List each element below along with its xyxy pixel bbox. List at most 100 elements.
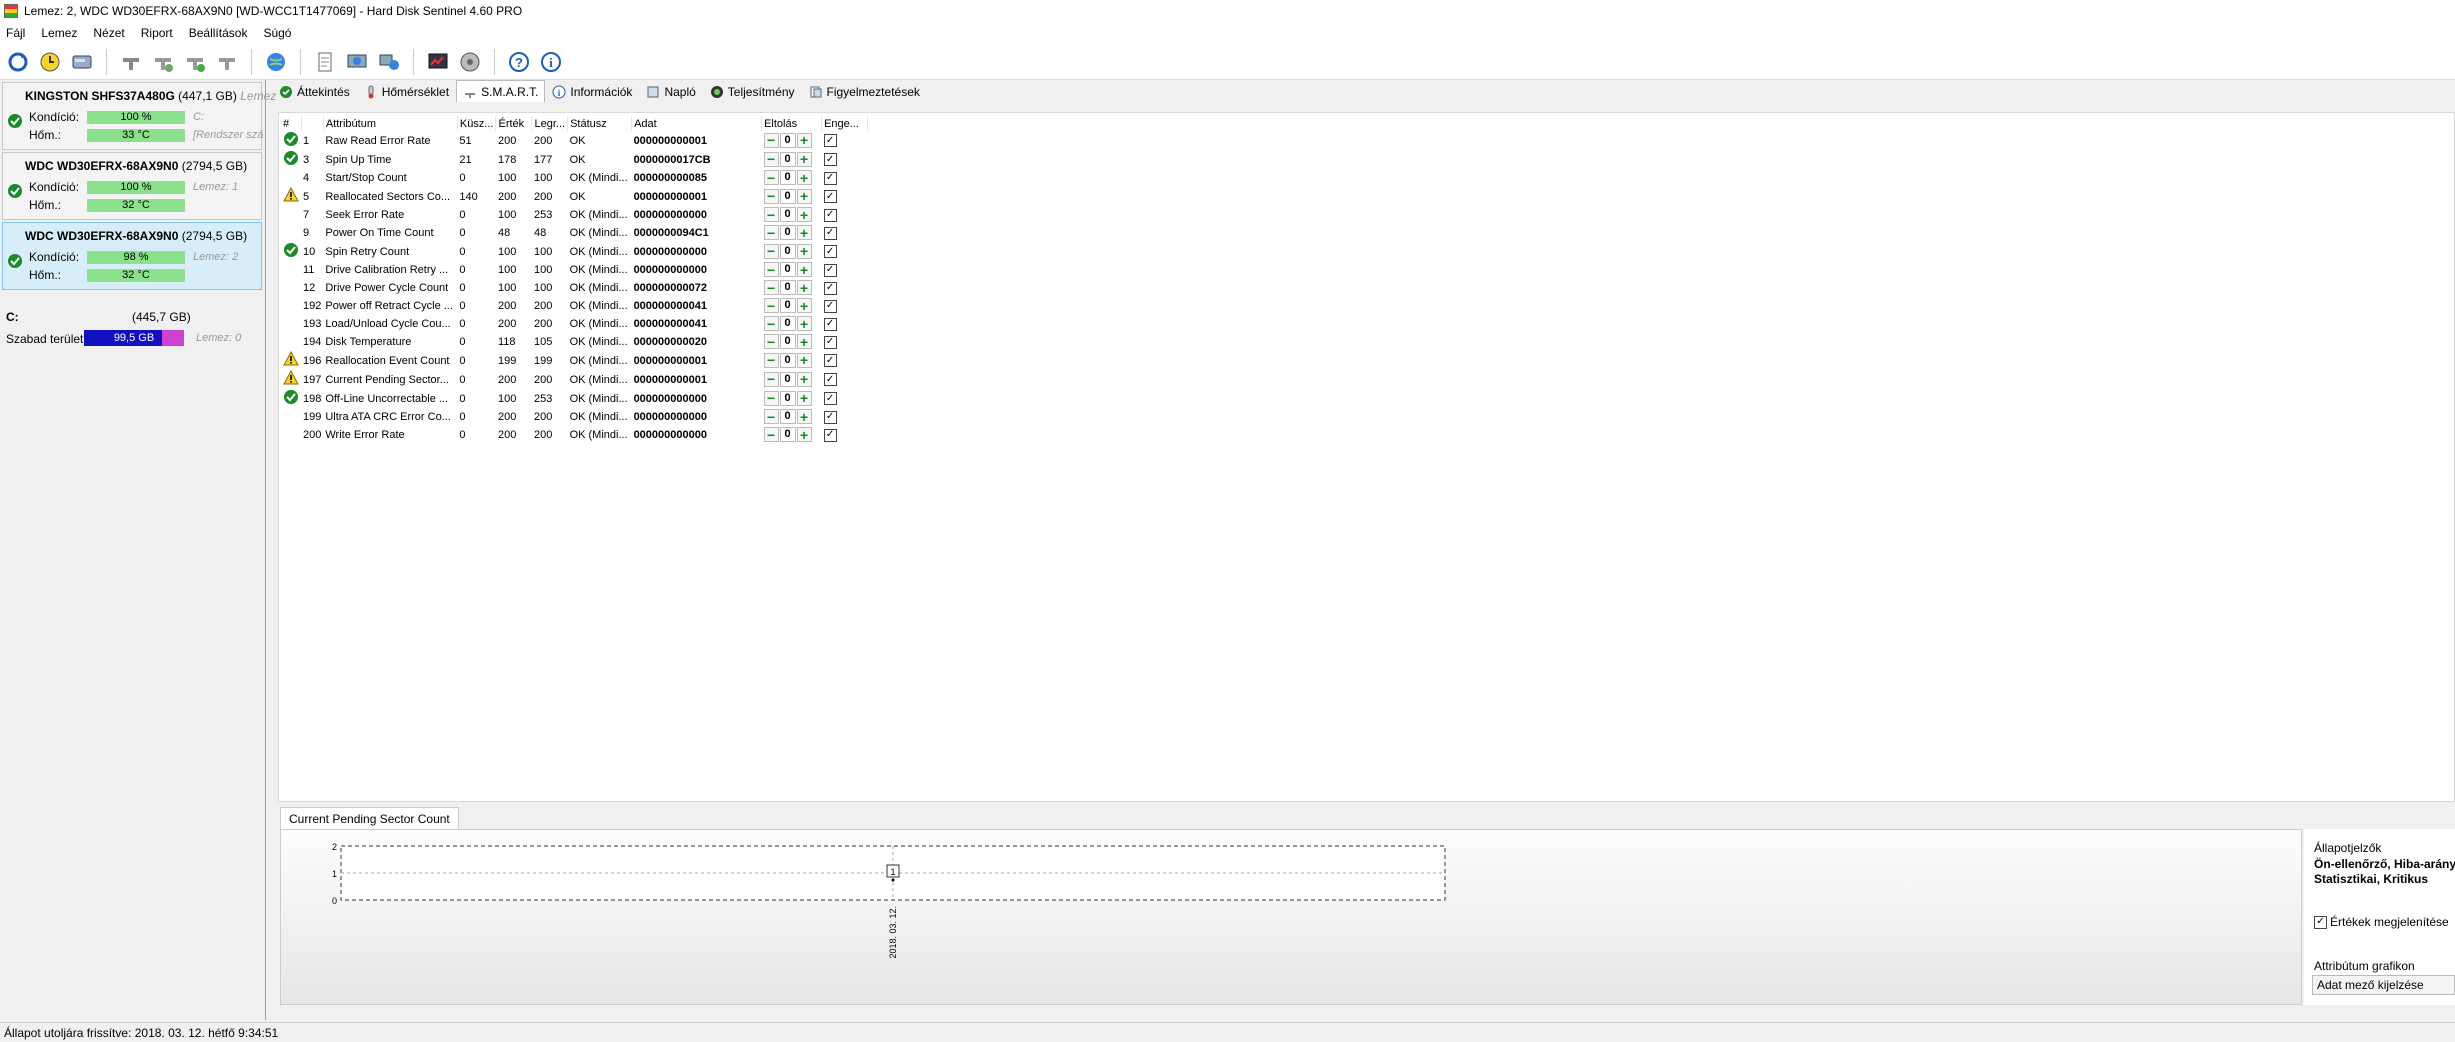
tab-performance[interactable]: Teljesítmény [703, 82, 802, 102]
increment-button[interactable]: + [796, 352, 812, 368]
enabled-checkbox[interactable]: ✓ [823, 263, 837, 277]
offset-value[interactable]: 0 [779, 427, 796, 443]
enabled-checkbox[interactable]: ✓ [823, 171, 837, 185]
checkbox-icon[interactable]: ✓ [2314, 915, 2327, 929]
increment-button[interactable]: + [796, 390, 812, 406]
offset-value[interactable]: 0 [779, 409, 796, 425]
increment-button[interactable]: + [796, 207, 812, 223]
tab-smart[interactable]: S.M.A.R.T. [456, 80, 546, 102]
table-row[interactable]: 1 Raw Read Error Rate 51 200 200 OK 0000000000… [281, 131, 868, 150]
menu-view[interactable]: Nézet [93, 26, 124, 40]
enabled-checkbox[interactable]: ✓ [823, 208, 837, 222]
offset-value[interactable]: 0 [779, 334, 796, 350]
increment-button[interactable]: + [796, 170, 812, 186]
decrement-button[interactable]: − [763, 225, 779, 241]
enabled-checkbox[interactable]: ✓ [823, 392, 837, 406]
tool3-icon[interactable] [181, 48, 209, 76]
network-icon[interactable] [343, 48, 371, 76]
tool-icon[interactable] [117, 48, 145, 76]
decrement-button[interactable]: − [763, 151, 779, 167]
tab-information[interactable]: i Információk [545, 82, 639, 102]
globe-icon[interactable] [262, 48, 290, 76]
decrement-button[interactable]: − [763, 280, 779, 296]
table-row[interactable]: 11 Drive Calibration Retry ... 0 100 100 OK (… [281, 261, 868, 279]
volume-item[interactable]: C: (445,7 GB) Szabad terület 99,5 GB Lem… [2, 302, 262, 432]
increment-button[interactable]: + [796, 298, 812, 314]
increment-button[interactable]: + [796, 262, 812, 278]
offset-value[interactable]: 0 [779, 170, 796, 186]
enabled-checkbox[interactable]: ✓ [823, 245, 837, 259]
enabled-checkbox[interactable]: ✓ [823, 335, 837, 349]
menu-settings[interactable]: Beállítások [189, 26, 248, 40]
col-data[interactable]: Adat [631, 116, 763, 131]
disk-item[interactable]: WDC WD30EFRX-68AX9N0 (2794,5 GB) Kondíci… [2, 152, 262, 220]
decrement-button[interactable]: − [763, 334, 779, 350]
table-row[interactable]: 193 Load/Unload Cycle Cou... 0 200 200 OK (Mi… [281, 315, 868, 333]
offset-value[interactable]: 0 [779, 132, 796, 148]
decrement-button[interactable]: − [763, 132, 779, 148]
col-enabled[interactable]: Enge... [821, 116, 869, 131]
offset-value[interactable]: 0 [779, 262, 796, 278]
tab-temperature[interactable]: Hőmérséklet [357, 82, 456, 102]
table-row[interactable]: 196 Reallocation Event Count 0 199 199 OK (Mi… [281, 351, 868, 370]
decrement-button[interactable]: − [763, 243, 779, 259]
disk-icon[interactable] [68, 48, 96, 76]
increment-button[interactable]: + [796, 151, 812, 167]
table-row[interactable]: 3 Spin Up Time 21 178 177 OK 0000000017CB −0 + ✓ [281, 150, 868, 169]
info-icon[interactable]: i [537, 48, 565, 76]
enabled-checkbox[interactable]: ✓ [823, 190, 837, 204]
menu-disk[interactable]: Lemez [41, 26, 77, 40]
col-attribute[interactable]: Attribútum [323, 116, 458, 131]
enabled-checkbox[interactable]: ✓ [823, 299, 837, 313]
enabled-checkbox[interactable]: ✓ [823, 410, 837, 424]
increment-button[interactable]: + [796, 409, 812, 425]
table-row[interactable]: 200 Write Error Rate 0 200 200 OK (Mindi... 00… [281, 426, 868, 444]
decrement-button[interactable]: − [763, 352, 779, 368]
tool4-icon[interactable] [213, 48, 241, 76]
offset-value[interactable]: 0 [779, 390, 796, 406]
menu-report[interactable]: Riport [141, 26, 173, 40]
offset-value[interactable]: 0 [779, 316, 796, 332]
offset-value[interactable]: 0 [779, 243, 796, 259]
disk-item[interactable]: KINGSTON SHFS37A480G (447,1 GB) Lemez Ko… [2, 82, 276, 150]
offset-value[interactable]: 0 [779, 280, 796, 296]
enabled-checkbox[interactable]: ✓ [823, 134, 837, 148]
increment-button[interactable]: + [796, 334, 812, 350]
decrement-button[interactable]: − [763, 262, 779, 278]
attr-graph-select[interactable]: Adat mező kijelzése [2312, 975, 2455, 995]
enabled-checkbox[interactable]: ✓ [823, 226, 837, 240]
chart-icon[interactable] [424, 48, 452, 76]
offset-value[interactable]: 0 [779, 207, 796, 223]
offset-value[interactable]: 0 [779, 188, 796, 204]
offset-value[interactable]: 0 [779, 371, 796, 387]
col-worst[interactable]: Legr... [531, 116, 569, 131]
decrement-button[interactable]: − [763, 188, 779, 204]
table-row[interactable]: 199 Ultra ATA CRC Error Co... 0 200 200 OK (M… [281, 408, 868, 426]
help-icon[interactable]: ? [505, 48, 533, 76]
table-row[interactable]: 9 Power On Time Count 0 48 48 OK (Mindi... 000… [281, 224, 868, 242]
tab-alerts[interactable]: Figyelmeztetések [802, 82, 927, 102]
network2-icon[interactable] [375, 48, 403, 76]
decrement-button[interactable]: − [763, 298, 779, 314]
table-row[interactable]: 192 Power off Retract Cycle ... 0 200 200 OK … [281, 297, 868, 315]
graph-tab[interactable]: Current Pending Sector Count [280, 807, 459, 829]
offset-value[interactable]: 0 [779, 151, 796, 167]
offset-value[interactable]: 0 [779, 225, 796, 241]
table-row[interactable]: 198 Off-Line Uncorrectable ... 0 100 253 OK (… [281, 389, 868, 408]
refresh-icon[interactable] [4, 48, 32, 76]
offset-value[interactable]: 0 [779, 298, 796, 314]
tool2-icon[interactable] [149, 48, 177, 76]
show-values-checkbox[interactable]: ✓ Értékek megjelenítése [2314, 915, 2449, 929]
tab-overview[interactable]: Áttekintés [272, 82, 357, 102]
enabled-checkbox[interactable]: ✓ [823, 153, 837, 167]
table-row[interactable]: 5 Reallocated Sectors Co... 140 200 200 OK 000… [281, 187, 868, 206]
decrement-button[interactable]: − [763, 371, 779, 387]
increment-button[interactable]: + [796, 371, 812, 387]
table-row[interactable]: 12 Drive Power Cycle Count 0 100 100 OK (Mind… [281, 279, 868, 297]
menu-file[interactable]: Fájl [6, 26, 25, 40]
increment-button[interactable]: + [796, 132, 812, 148]
enabled-checkbox[interactable]: ✓ [823, 317, 837, 331]
menu-help[interactable]: Súgó [263, 26, 291, 40]
table-row[interactable]: 194 Disk Temperature 0 118 105 OK (Mindi... 00… [281, 333, 868, 351]
report-icon[interactable] [311, 48, 339, 76]
